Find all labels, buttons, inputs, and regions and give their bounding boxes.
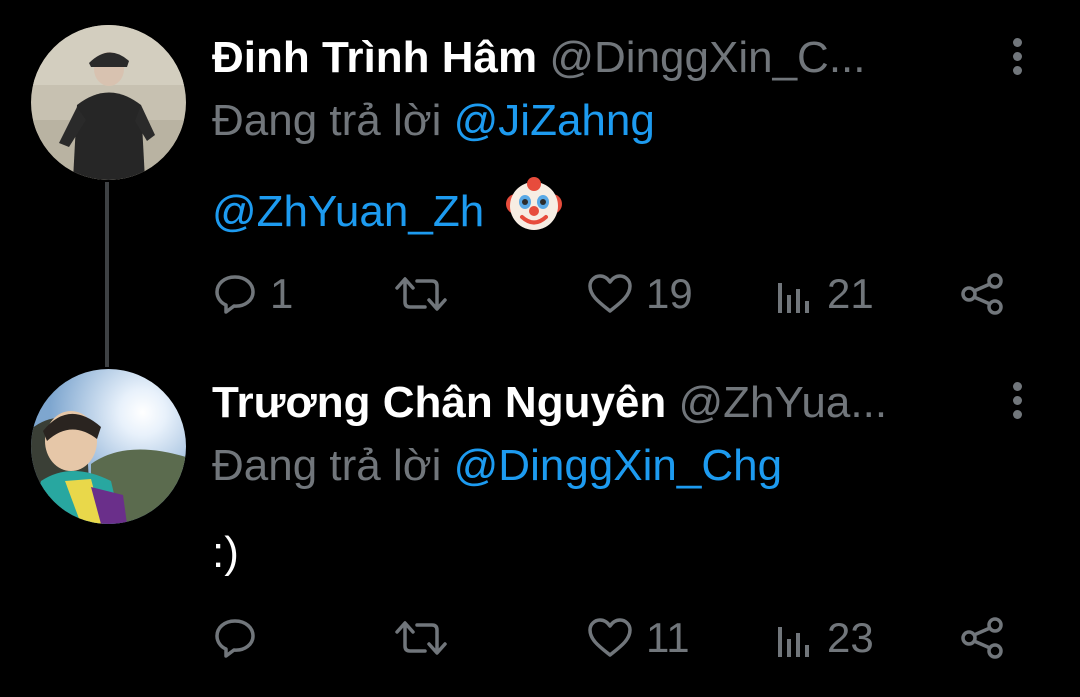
- like-icon: [586, 271, 634, 317]
- tweet[interactable]: Đinh Trình Hâm @DinggXin_C... Đang trả l…: [0, 0, 1080, 350]
- view-count: 21: [827, 270, 874, 317]
- share-icon: [960, 271, 1006, 317]
- more-icon[interactable]: [1004, 372, 1028, 428]
- share-button[interactable]: [960, 608, 1006, 668]
- avatar[interactable]: [31, 25, 186, 180]
- replying-to: Đang trả lời @DinggXin_Chg: [212, 438, 782, 494]
- action-bar: 11 23: [212, 608, 1010, 668]
- more-icon[interactable]: [1004, 28, 1028, 84]
- like-count: 11: [646, 614, 690, 661]
- views-icon: [775, 271, 815, 317]
- retweet-icon: [395, 271, 447, 317]
- author-name[interactable]: Đinh Trình Hâm: [212, 33, 537, 82]
- like-button[interactable]: 19: [586, 264, 693, 324]
- action-bar: 1 19 21: [212, 264, 1010, 324]
- replying-to-label: Đang trả lời: [212, 96, 442, 145]
- author-name[interactable]: Trương Chân Nguyên: [212, 378, 666, 427]
- replying-to: Đang trả lời @JiZahng: [212, 93, 655, 149]
- author-handle[interactable]: @DinggXin_C...: [549, 33, 865, 82]
- author-handle[interactable]: @ZhYua...: [679, 378, 888, 427]
- reply-button[interactable]: 1: [212, 264, 293, 324]
- retweet-button[interactable]: [395, 608, 459, 668]
- retweet-icon: [395, 615, 447, 661]
- views-button[interactable]: 21: [775, 264, 874, 324]
- reply-button[interactable]: [212, 608, 270, 668]
- view-count: 23: [827, 614, 874, 661]
- replying-to-mention[interactable]: @JiZahng: [454, 96, 655, 145]
- like-button[interactable]: 11: [586, 608, 690, 668]
- clown-face-emoji-icon: [504, 174, 564, 248]
- tweet[interactable]: Trương Chân Nguyên @ZhYua... Đang trả lờ…: [0, 350, 1080, 695]
- retweet-button[interactable]: [395, 264, 459, 324]
- reply-count: 1: [270, 270, 294, 317]
- share-button[interactable]: [960, 264, 1006, 324]
- tweet-header: Trương Chân Nguyên @ZhYua...: [212, 375, 1010, 431]
- share-icon: [960, 615, 1006, 661]
- avatar[interactable]: [31, 369, 186, 524]
- like-icon: [586, 615, 634, 661]
- replying-to-label: Đang trả lời: [212, 441, 442, 490]
- reply-icon: [212, 271, 258, 317]
- tweet-text: @ZhYuan_Zh: [212, 174, 564, 248]
- views-button[interactable]: 23: [775, 608, 874, 668]
- replying-to-mention[interactable]: @DinggXin_Chg: [454, 441, 782, 490]
- tweet-text: :): [212, 528, 239, 577]
- body-mention[interactable]: @ZhYuan_Zh: [212, 187, 484, 236]
- views-icon: [775, 615, 815, 661]
- like-count: 19: [646, 270, 693, 317]
- reply-icon: [212, 615, 258, 661]
- tweet-header: Đinh Trình Hâm @DinggXin_C...: [212, 30, 1010, 86]
